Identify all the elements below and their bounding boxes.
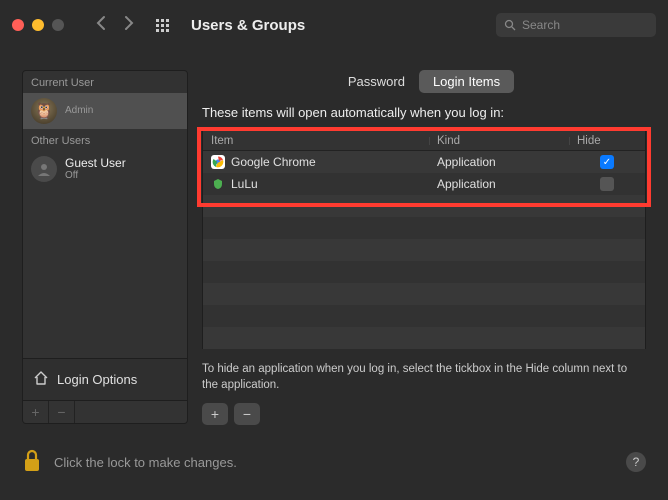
avatar (31, 156, 57, 182)
close-button[interactable] (12, 19, 24, 31)
add-item-button[interactable]: + (202, 403, 228, 425)
search-input[interactable]: Search (496, 13, 656, 37)
hide-checkbox[interactable]: ✓ (600, 155, 614, 169)
sidebar-item-current-user[interactable]: Admin (23, 93, 187, 129)
help-button[interactable]: ? (626, 452, 646, 472)
login-options-label: Login Options (57, 372, 137, 387)
main-pane: Password Login Items These items will op… (202, 70, 646, 424)
login-items-table: Item Kind Hide Google Chrome Application… (202, 130, 646, 349)
shield-icon (211, 177, 225, 191)
table-row (203, 217, 645, 239)
footer: Click the lock to make changes. ? (0, 432, 668, 492)
maximize-button[interactable] (52, 19, 64, 31)
toolbar: Users & Groups Search (0, 0, 668, 50)
tab-bar: Password Login Items (202, 70, 646, 93)
chrome-icon (211, 155, 225, 169)
login-options-button[interactable]: Login Options (23, 358, 187, 400)
lock-icon[interactable] (22, 449, 42, 476)
lock-text: Click the lock to make changes. (54, 455, 237, 470)
tab-password[interactable]: Password (334, 70, 419, 93)
hide-checkbox[interactable] (600, 177, 614, 191)
intro-text: These items will open automatically when… (202, 105, 646, 120)
search-placeholder: Search (522, 18, 560, 32)
user-status: Off (65, 170, 126, 182)
item-name: Google Chrome (231, 155, 316, 169)
minimize-button[interactable] (32, 19, 44, 31)
table-row (203, 239, 645, 261)
back-button[interactable] (96, 15, 106, 36)
table-row (203, 261, 645, 283)
tab-login-items[interactable]: Login Items (419, 70, 514, 93)
user-role: Admin (65, 105, 93, 117)
hint-text: To hide an application when you log in, … (202, 361, 646, 393)
other-users-label: Other Users (23, 129, 187, 151)
col-kind[interactable]: Kind (437, 135, 577, 147)
table-row[interactable]: Google Chrome Application ✓ (203, 151, 645, 173)
window-title: Users & Groups (191, 17, 305, 34)
current-user-label: Current User (23, 71, 187, 93)
add-user-button[interactable]: + (23, 401, 49, 423)
remove-item-button[interactable]: − (234, 403, 260, 425)
table-row[interactable]: LuLu Application (203, 173, 645, 195)
table-row (203, 195, 645, 217)
avatar (31, 98, 57, 124)
col-hide[interactable]: Hide (577, 135, 637, 147)
user-name: Guest User (65, 156, 126, 170)
window-controls (12, 19, 64, 31)
table-row (203, 327, 645, 349)
sidebar: Current User Admin Other Users Guest Use… (22, 70, 188, 424)
item-kind: Application (437, 155, 577, 169)
table-row (203, 305, 645, 327)
house-icon (33, 370, 49, 389)
all-prefs-icon[interactable] (156, 19, 169, 32)
forward-button[interactable] (124, 15, 134, 36)
col-item[interactable]: Item (211, 135, 437, 147)
sidebar-item-guest-user[interactable]: Guest User Off (23, 151, 187, 187)
remove-user-button[interactable]: − (49, 401, 75, 423)
item-name: LuLu (231, 177, 258, 191)
item-kind: Application (437, 177, 577, 191)
search-icon (504, 19, 516, 31)
table-row (203, 283, 645, 305)
